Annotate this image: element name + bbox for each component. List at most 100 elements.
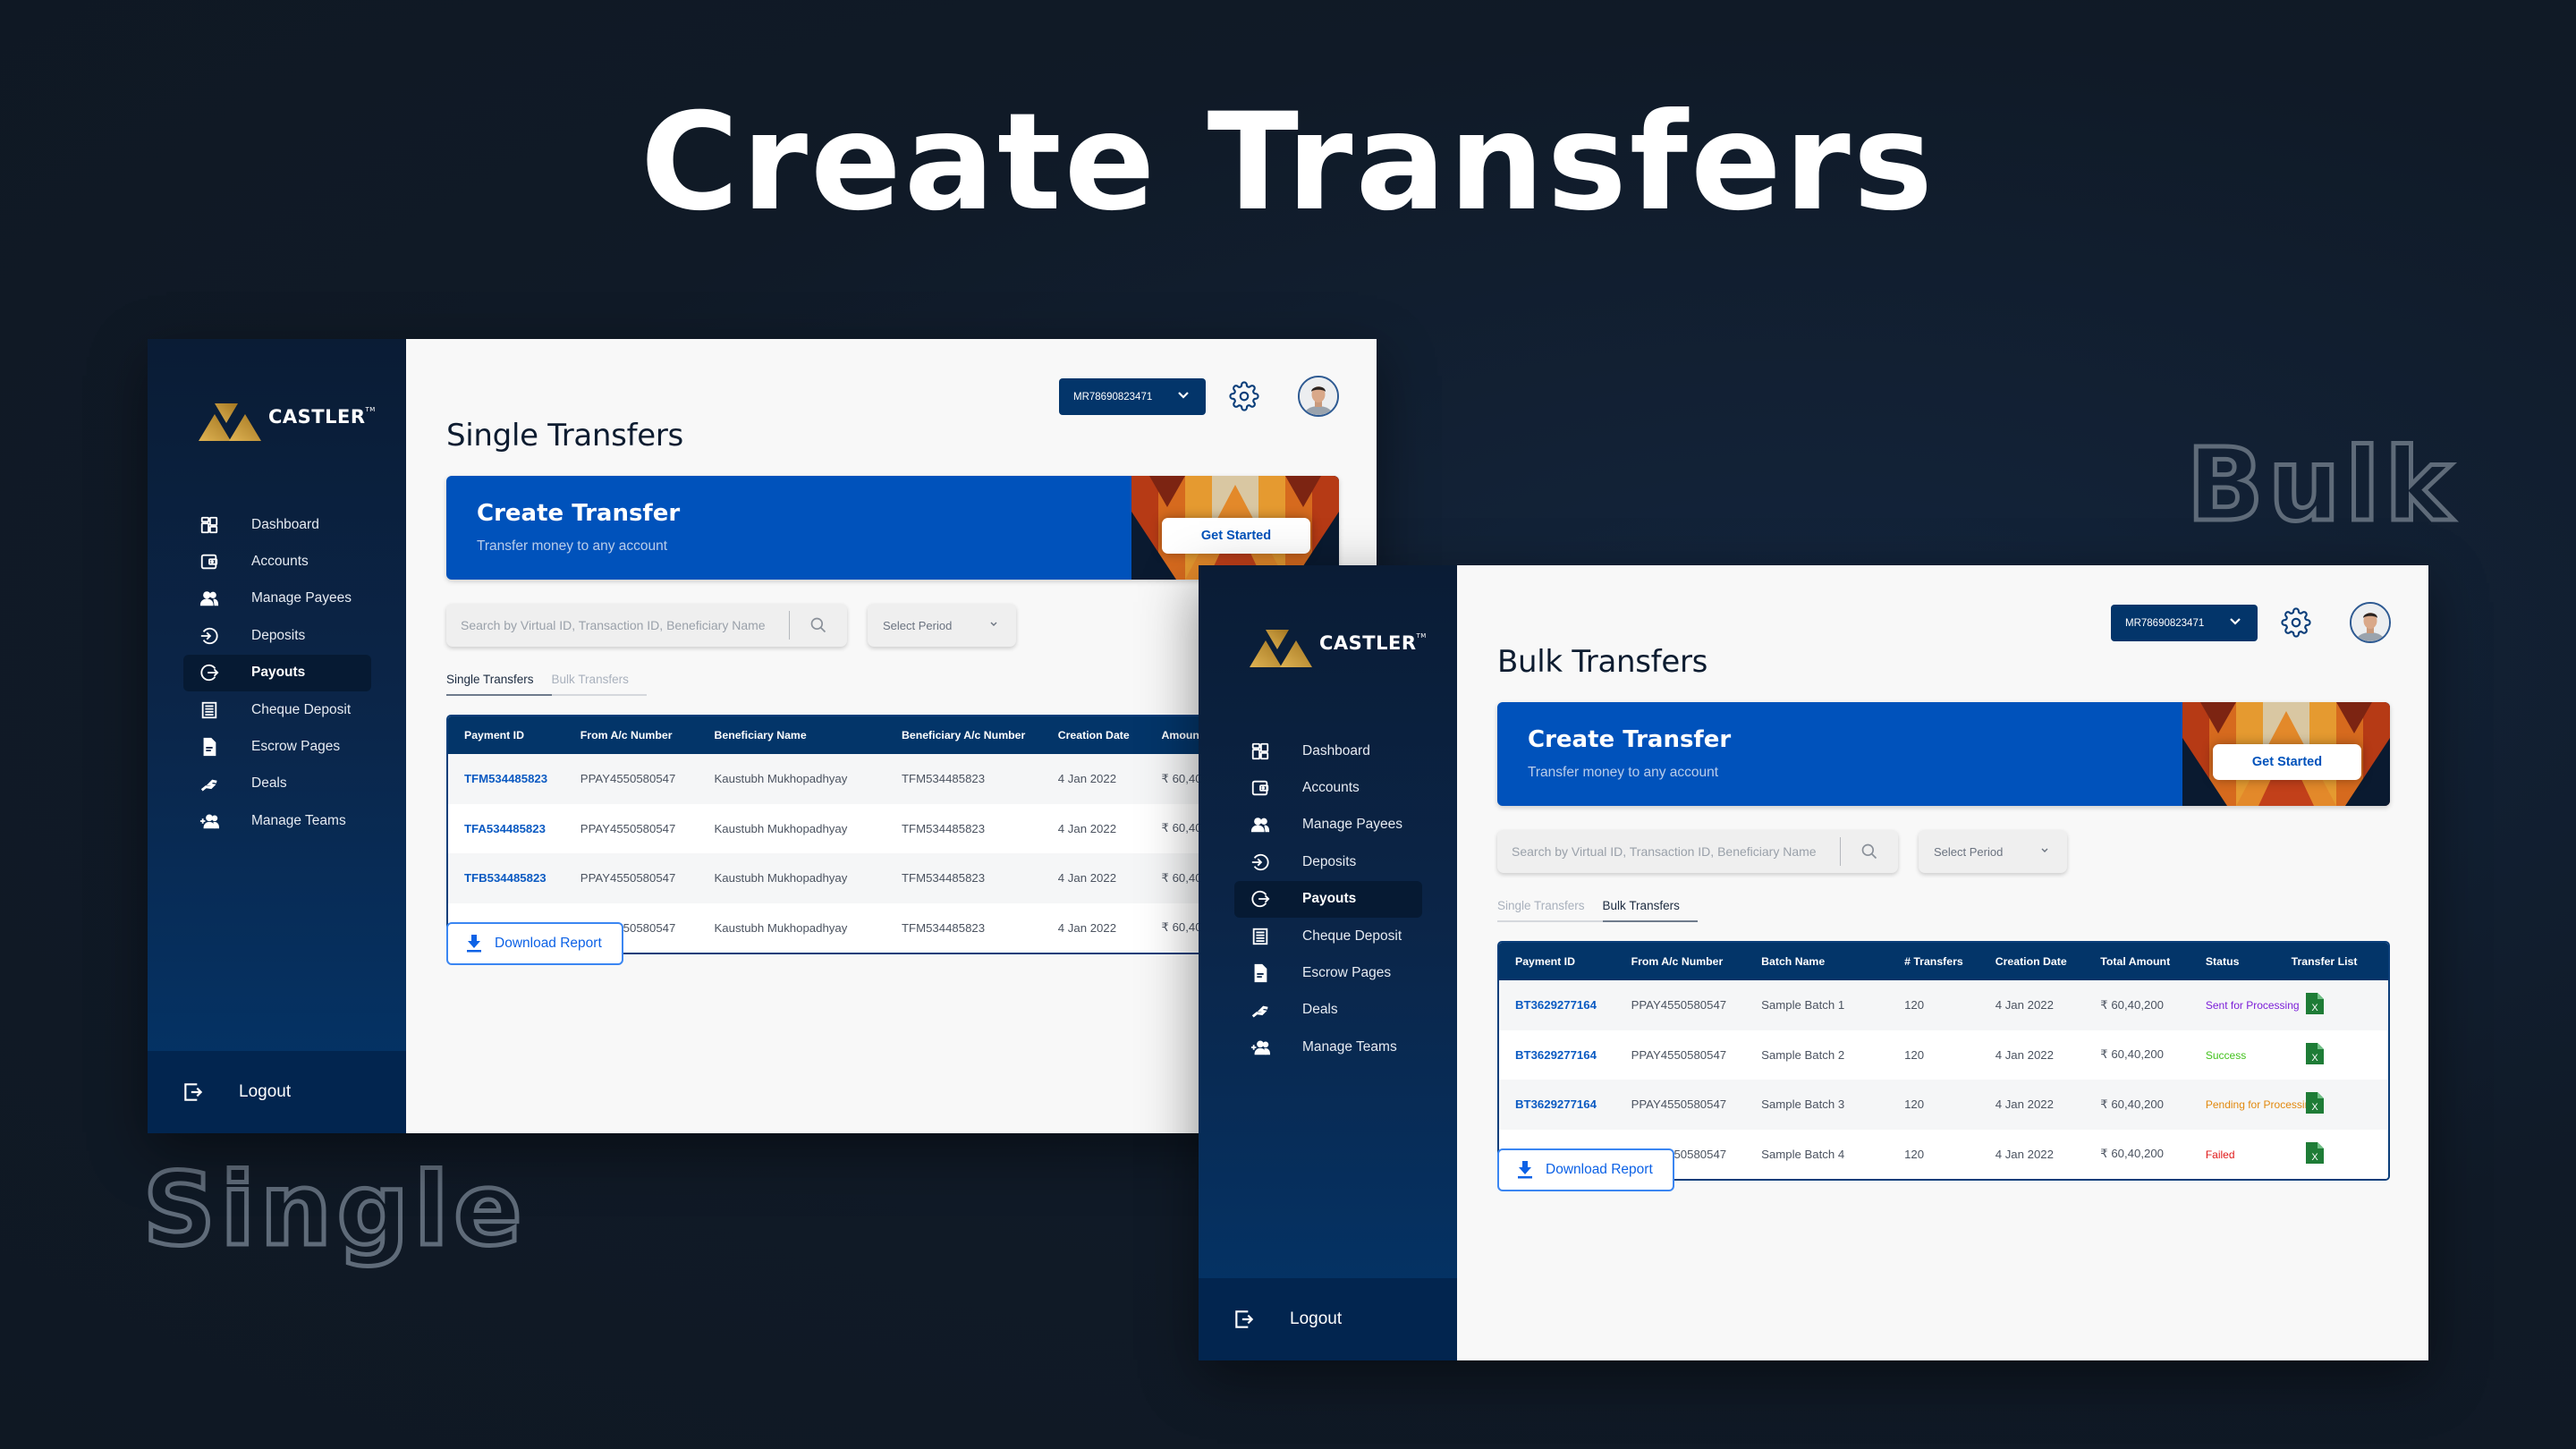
logout-arrow-icon <box>1251 891 1270 908</box>
payment-id-link[interactable]: BT3629277164 <box>1499 1080 1615 1130</box>
sidebar-item-deposits[interactable]: Deposits <box>183 617 371 654</box>
period-select[interactable]: Select Period <box>868 604 1016 647</box>
download-report-label: Download Report <box>1546 1162 1653 1177</box>
payment-id-link[interactable]: TFA534485823 <box>448 803 564 853</box>
chevron-down-icon <box>2230 618 2241 625</box>
table-cell: 4 Jan 2022 <box>1041 853 1146 903</box>
get-started-button[interactable]: Get Started <box>2213 744 2361 780</box>
excel-file-icon[interactable]: X <box>2305 1141 2324 1164</box>
payment-id-link[interactable]: TFB534485823 <box>448 853 564 903</box>
sidebar-item-escrow-pages[interactable]: Escrow Pages <box>1234 954 1422 991</box>
download-report-button[interactable]: Download Report <box>1497 1148 1674 1191</box>
download-icon <box>1518 1161 1532 1179</box>
brand-name: CASTLERTM <box>268 406 376 428</box>
sidebar-item-manage-teams[interactable]: Manage Teams <box>1234 1029 1422 1065</box>
user-avatar[interactable] <box>1298 376 1339 417</box>
sidebar-item-accounts[interactable]: Accounts <box>183 543 371 580</box>
sidebar-item-manage-teams[interactable]: Manage Teams <box>183 802 371 839</box>
period-select[interactable]: Select Period <box>1919 830 2067 873</box>
search-input[interactable] <box>446 604 789 647</box>
column-header: Batch Name <box>1745 943 1889 980</box>
table-cell: 4 Jan 2022 <box>1041 754 1146 804</box>
excel-file-icon[interactable]: X <box>2305 993 2324 1015</box>
status-badge: Pending for Processing <box>2205 1098 2317 1112</box>
sidebar-item-dashboard[interactable]: Dashboard <box>1234 733 1422 769</box>
tab-bulk-transfers[interactable]: Bulk Transfers <box>552 673 647 694</box>
dashboard-icon <box>1251 742 1269 759</box>
brand-name: CASTLERTM <box>1319 632 1427 654</box>
status-cell: Failed <box>2189 1129 2275 1179</box>
tab-single-transfers[interactable]: Single Transfers <box>1497 899 1603 920</box>
excel-file-icon[interactable]: X <box>2305 1042 2324 1064</box>
sidebar-item-cheque-deposit[interactable]: Cheque Deposit <box>1234 918 1422 954</box>
sidebar-item-payouts[interactable]: Payouts <box>183 654 371 691</box>
table-row[interactable]: BT3629277164 PPAY4550580547 Sample Batch 1… <box>1499 980 2388 1030</box>
column-header: Beneficiary A/c Number <box>885 716 1042 754</box>
payment-id-link[interactable]: BT3629277164 <box>1499 1030 1615 1080</box>
banner-title: Create Transfer <box>477 500 681 527</box>
tab-single-transfers[interactable]: Single Transfers <box>446 673 552 696</box>
tab-bulk-transfers[interactable]: Bulk Transfers <box>1602 899 1699 922</box>
svg-text:X: X <box>2311 1003 2318 1013</box>
gear-icon[interactable] <box>2281 607 2311 638</box>
sidebar-item-payouts[interactable]: Payouts <box>1234 880 1422 918</box>
search-button[interactable] <box>790 604 847 647</box>
transfer-tabs: Single Transfers Bulk Transfers <box>1497 899 1699 922</box>
column-header: Total Amount <box>2084 943 2190 980</box>
logout-icon <box>184 1083 203 1101</box>
chevron-down-icon <box>2041 848 2048 852</box>
receipt-icon <box>1252 928 1268 945</box>
gear-icon[interactable] <box>1229 381 1259 411</box>
table-cell: 4 Jan 2022 <box>1979 980 2085 1030</box>
table-row[interactable]: BT3629277164 PPAY4550580547 Sample Batch 3… <box>1499 1080 2388 1130</box>
get-started-button[interactable]: Get Started <box>1162 518 1310 554</box>
sidebar-nav: Dashboard Accounts Manage Payees Deposits Pa… <box>1234 733 1422 1066</box>
table-cell: PPAY4550580547 <box>564 754 699 804</box>
sidebar-item-cheque-deposit[interactable]: Cheque Deposit <box>183 691 371 728</box>
search-icon <box>810 617 826 633</box>
download-report-button[interactable]: Download Report <box>446 922 623 965</box>
sidebar-item-manage-payees[interactable]: Manage Payees <box>1234 807 1422 843</box>
status-cell: Pending for Processing <box>2189 1080 2317 1130</box>
sidebar-item-deposits[interactable]: Deposits <box>1234 843 1422 880</box>
sidebar-item-deals[interactable]: Deals <box>1234 992 1422 1029</box>
sidebar-nav: Dashboard Accounts Manage Payees Deposits Pa… <box>183 506 371 840</box>
single-outline-label: Single <box>140 1150 528 1271</box>
payment-id-link[interactable]: TFM534485823 <box>448 754 564 804</box>
castler-logo-icon <box>199 403 261 441</box>
logout-label: Logout <box>1290 1309 1343 1328</box>
table-cell: 120 <box>1888 1080 1979 1130</box>
sidebar-item-escrow-pages[interactable]: Escrow Pages <box>183 728 371 765</box>
receipt-icon <box>201 701 217 718</box>
transfer-list-cell: X <box>2275 1030 2388 1080</box>
excel-file-icon[interactable]: X <box>2305 1092 2324 1114</box>
wallet-icon <box>1251 780 1269 796</box>
logout-button[interactable]: Logout <box>1199 1278 1457 1360</box>
status-cell: Sent for Processing <box>2189 980 2300 1030</box>
table-cell: ₹ 60,40,200 <box>2084 1080 2190 1130</box>
svg-text:X: X <box>2311 1053 2318 1063</box>
search-button[interactable] <box>1841 830 1898 873</box>
table-row[interactable]: BT3629277164 PPAY4550580547 Sample Batch 2… <box>1499 1030 2388 1080</box>
sidebar-item-dashboard[interactable]: Dashboard <box>183 506 371 543</box>
sidebar-item-manage-payees[interactable]: Manage Payees <box>183 580 371 617</box>
table-cell: TFM534485823 <box>885 754 1042 804</box>
logout-button[interactable]: Logout <box>148 1051 406 1133</box>
transfers-table: Payment ID From A/c Number Batch Name # Tra… <box>1497 941 2390 1181</box>
create-transfer-banner: Create Transfer Transfer money to any ac… <box>446 476 1339 580</box>
column-header: Creation Date <box>1041 716 1146 754</box>
sidebar-item-accounts[interactable]: Accounts <box>1234 769 1422 806</box>
castler-logo[interactable]: CASTLERTM <box>1250 630 1427 667</box>
payment-id-link[interactable]: BT3629277164 <box>1499 980 1615 1030</box>
castler-logo[interactable]: CASTLERTM <box>199 403 376 441</box>
account-selector[interactable]: MR78690823471 <box>2111 605 2258 641</box>
hero-title: Create Transfers <box>640 85 1936 241</box>
search-input[interactable] <box>1497 830 1840 873</box>
table-cell: 4 Jan 2022 <box>1979 1080 2085 1130</box>
account-selector[interactable]: MR78690823471 <box>1059 378 1206 415</box>
column-header: Beneficiary Name <box>698 716 886 754</box>
sidebar-item-deals[interactable]: Deals <box>183 766 371 802</box>
user-avatar[interactable] <box>2350 602 2391 643</box>
table-cell: TFM534485823 <box>885 902 1042 953</box>
table-cell: 120 <box>1888 1129 1979 1179</box>
